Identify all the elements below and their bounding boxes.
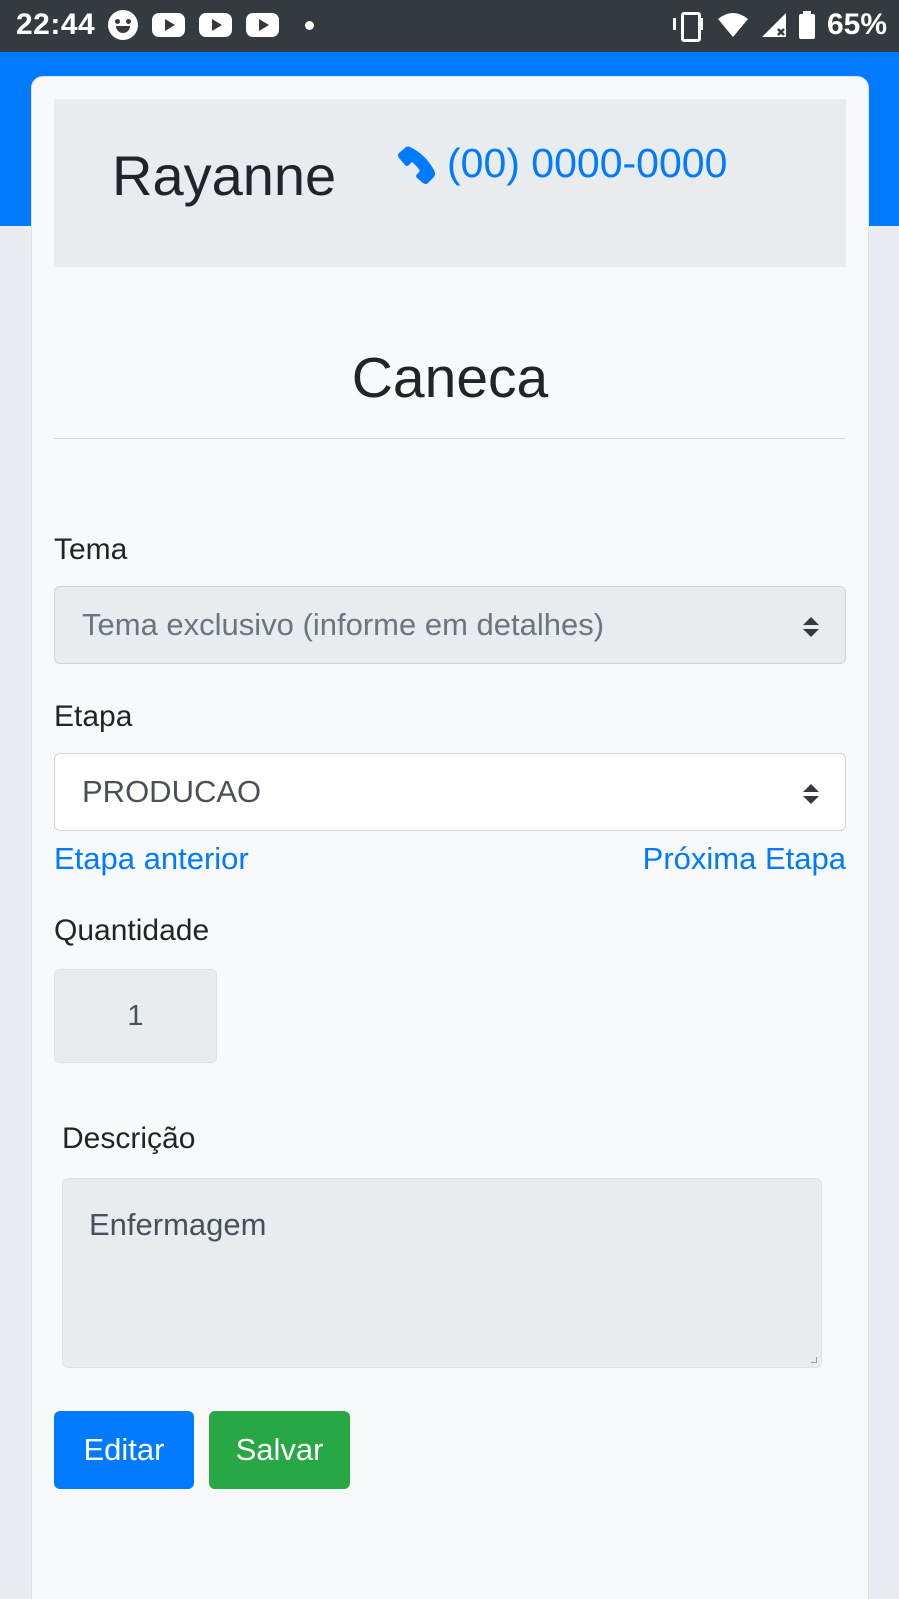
phone-number: (00) 0000-0000 <box>447 140 728 186</box>
youtube-icon <box>246 13 279 37</box>
etapa-label: Etapa <box>54 700 133 733</box>
tema-select[interactable]: Tema exclusivo (informe em detalhes) <box>54 586 846 664</box>
dot-icon <box>305 20 314 30</box>
tema-selected-value: Tema exclusivo (informe em detalhes) <box>82 607 605 642</box>
phone-link[interactable]: (00) 0000-0000 <box>397 140 727 187</box>
face-icon <box>108 10 138 40</box>
youtube-icon <box>152 13 185 37</box>
next-stage-link[interactable]: Próxima Etapa <box>643 841 846 877</box>
edit-button[interactable]: Editar <box>54 1411 194 1489</box>
resize-grip-icon[interactable] <box>811 1357 817 1363</box>
status-bar: 22:44 65% <box>0 0 899 52</box>
wifi-icon <box>717 13 748 37</box>
description-textarea[interactable]: Enfermagem <box>62 1178 822 1368</box>
etapa-select[interactable]: PRODUCAO <box>54 753 846 831</box>
description-text: Enfermagem <box>89 1207 267 1242</box>
customer-header: Rayanne (00) 0000-0000 <box>54 99 846 267</box>
youtube-icon <box>199 13 232 37</box>
system-icons: 65% <box>671 8 887 42</box>
order-card: Rayanne (00) 0000-0000 Caneca Tema Tema … <box>31 76 869 1599</box>
select-arrows-icon <box>803 617 819 639</box>
product-title: Caneca <box>351 346 549 410</box>
battery-percentage: 65% <box>826 8 887 41</box>
select-arrows-icon <box>803 784 819 806</box>
phone-icon <box>398 146 435 184</box>
save-button[interactable]: Salvar <box>209 1411 350 1489</box>
etapa-selected-value: PRODUCAO <box>82 774 262 809</box>
quantidade-label: Quantidade <box>54 914 210 947</box>
notification-icons <box>108 10 314 40</box>
signal-icon <box>761 13 786 37</box>
descricao-label: Descrição <box>62 1122 196 1155</box>
quantity-input[interactable]: 1 <box>54 969 217 1063</box>
divider <box>54 438 846 439</box>
previous-stage-link[interactable]: Etapa anterior <box>54 841 249 877</box>
vibrate-icon <box>671 10 705 42</box>
customer-name: Rayanne <box>112 144 337 207</box>
tema-label: Tema <box>54 533 128 566</box>
battery-icon <box>798 11 815 39</box>
status-time: 22:44 <box>16 8 96 41</box>
